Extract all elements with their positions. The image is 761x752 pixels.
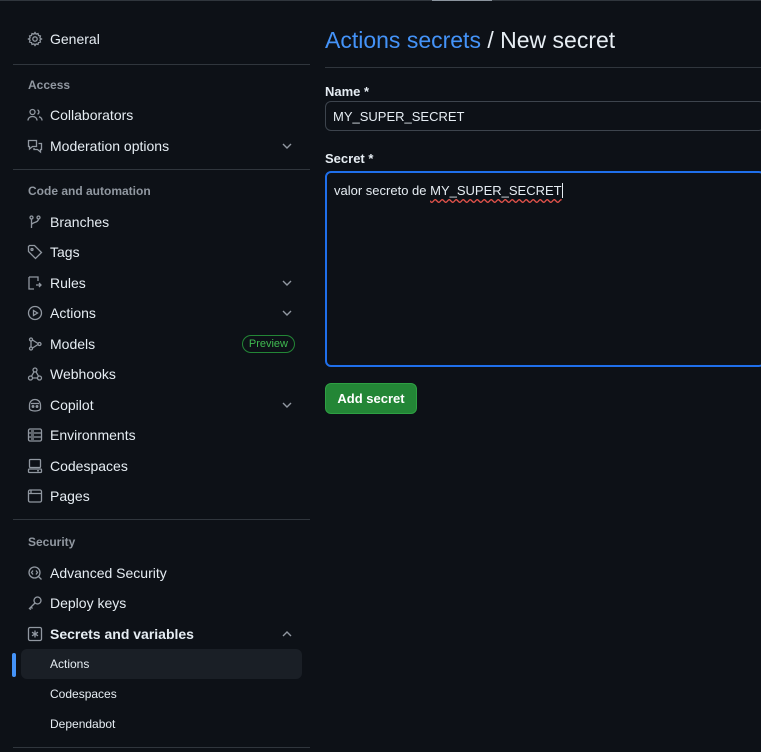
git-branch-icon — [27, 214, 43, 230]
sidebar-item-models[interactable]: Models Preview — [18, 330, 303, 358]
sidebar-item-label: Secrets and variables — [50, 626, 194, 642]
sidebar-item-label: Actions — [50, 305, 96, 321]
chevron-down-icon — [280, 276, 294, 290]
sidebar-item-moderation-options[interactable]: Moderation options — [18, 132, 303, 160]
key-asterisk-icon — [27, 626, 43, 642]
comment-discussion-icon — [27, 138, 43, 154]
sidebar-item-label: Branches — [50, 214, 110, 230]
sidebar-item-label: Moderation options — [50, 138, 170, 154]
breadcrumb-link-actions-secrets[interactable]: Actions secrets — [325, 27, 481, 53]
sidebar-subitem-codespaces[interactable]: Codespaces — [21, 679, 302, 709]
sidebar-item-rules[interactable]: Rules — [18, 269, 303, 297]
sidebar-item-label: Webhooks — [50, 366, 116, 382]
section-title-security: Security — [28, 535, 76, 549]
settings-sidebar: General Access Collaborators Moderation … — [0, 0, 320, 752]
sidebar-item-copilot[interactable]: Copilot — [18, 391, 303, 419]
sidebar-item-actions[interactable]: Actions — [18, 299, 303, 327]
active-indicator — [12, 653, 16, 677]
chevron-up-icon — [280, 627, 294, 641]
sidebar-item-label: Advanced Security — [50, 565, 167, 581]
sidebar-item-deploy-keys[interactable]: Deploy keys — [18, 589, 303, 617]
sidebar-item-collaborators[interactable]: Collaborators — [18, 101, 303, 129]
sidebar-item-label: Environments — [50, 427, 136, 443]
main-content: Actions secrets / New secret Name * MY_S… — [325, 0, 761, 752]
sidebar-item-environments[interactable]: Environments — [18, 421, 303, 449]
sidebar-item-webhooks[interactable]: Webhooks — [18, 360, 303, 388]
sidebar-item-label: General — [50, 31, 100, 47]
browser-icon — [27, 488, 43, 504]
title-divider — [325, 67, 761, 68]
codescan-icon — [27, 565, 43, 581]
sidebar-item-label: Rules — [50, 275, 86, 291]
sidebar-divider — [13, 64, 310, 65]
sidebar-divider — [13, 519, 310, 520]
sidebar-item-label: Models — [50, 336, 96, 352]
chevron-down-icon — [280, 139, 294, 153]
sidebar-subitem-label: Actions — [50, 657, 90, 671]
sidebar-item-label: Collaborators — [50, 107, 134, 123]
text-caret — [561, 183, 563, 198]
people-icon — [27, 107, 43, 123]
sidebar-subitem-label: Dependabot — [50, 717, 116, 731]
play-icon — [27, 305, 43, 321]
key-icon — [27, 595, 43, 611]
sidebar-item-label: Pages — [50, 488, 90, 504]
breadcrumb-separator: / — [487, 27, 494, 53]
secret-label: Secret * — [325, 151, 374, 166]
breadcrumb-current: New secret — [500, 27, 616, 53]
sidebar-item-advanced-security[interactable]: Advanced Security — [18, 559, 303, 587]
sidebar-item-label: Deploy keys — [50, 595, 127, 611]
gear-icon — [27, 31, 43, 47]
sidebar-item-branches[interactable]: Branches — [18, 208, 303, 236]
codespaces-icon — [27, 458, 43, 474]
chevron-down-icon — [280, 398, 294, 412]
sidebar-item-general[interactable]: General — [18, 25, 303, 53]
secret-name-input[interactable]: MY_SUPER_SECRET — [325, 101, 761, 131]
tag-icon — [27, 244, 43, 260]
section-title-code-automation: Code and automation — [28, 184, 151, 198]
copilot-icon — [27, 397, 43, 413]
spellcheck-flagged-text: MY_SUPER_SECRET — [430, 183, 562, 198]
models-icon — [27, 336, 43, 352]
name-label: Name * — [325, 84, 370, 99]
sidebar-subitem-actions[interactable]: Actions — [21, 649, 302, 679]
webhook-icon — [27, 366, 43, 382]
secret-value-textarea[interactable]: valor secreto de MY_SUPER_SECRET — [325, 171, 761, 367]
sidebar-item-pages[interactable]: Pages — [18, 482, 303, 510]
sidebar-divider — [13, 747, 310, 748]
sidebar-item-label: Codespaces — [50, 458, 128, 474]
sidebar-item-secrets-and-variables[interactable]: Secrets and variables — [18, 620, 303, 648]
secret-value-text: valor secreto de — [334, 183, 431, 198]
page-title: Actions secrets / New secret — [325, 27, 615, 54]
preview-badge: Preview — [241, 335, 295, 353]
sidebar-item-label: Tags — [50, 244, 80, 260]
section-title-access: Access — [28, 78, 71, 92]
add-secret-button[interactable]: Add secret — [325, 383, 417, 414]
chevron-down-icon — [280, 306, 294, 320]
sidebar-item-tags[interactable]: Tags — [18, 238, 303, 266]
server-icon — [27, 427, 43, 443]
sidebar-item-label: Copilot — [50, 397, 94, 413]
sidebar-item-codespaces[interactable]: Codespaces — [18, 452, 303, 480]
sidebar-divider — [13, 169, 310, 170]
sidebar-subitem-dependabot[interactable]: Dependabot — [21, 709, 302, 739]
sidebar-subitem-label: Codespaces — [50, 687, 117, 701]
rules-icon — [27, 275, 43, 291]
